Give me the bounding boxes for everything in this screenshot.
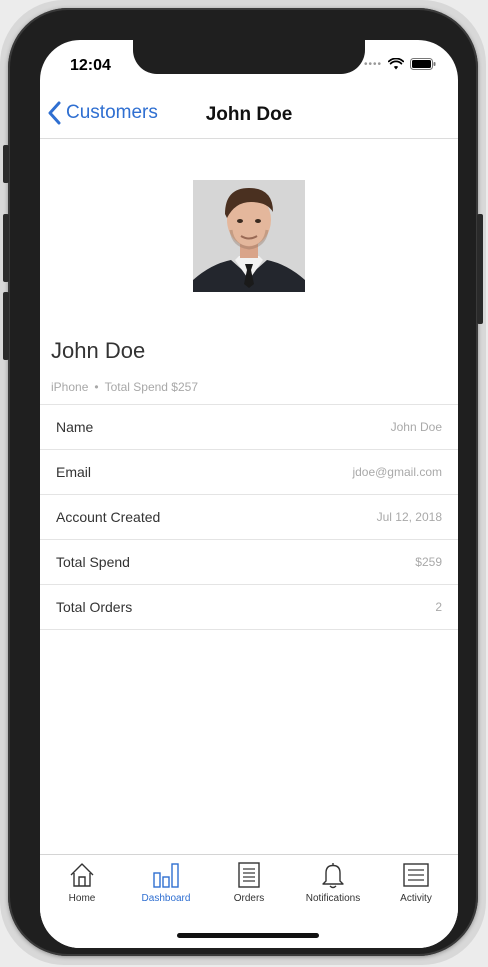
tab-label: Dashboard [141, 893, 191, 904]
signal-icon: •••• [363, 58, 382, 70]
profile-device: iPhone [51, 380, 89, 394]
tab-activity[interactable]: Activity [374, 861, 458, 904]
detail-value: Jul 12, 2018 [376, 510, 442, 524]
volume-up-button [3, 214, 9, 282]
status-icons: •••• [364, 58, 436, 70]
volume-down-button [3, 292, 9, 360]
detail-label: Name [56, 419, 94, 435]
customer-details-list: Name John Doe Email jdoe@gmail.com Accou… [40, 404, 458, 630]
page-title: John Doe [205, 104, 293, 125]
detail-label: Total Spend [56, 554, 130, 570]
detail-value: John Doe [390, 420, 442, 434]
avatar [193, 180, 305, 292]
detail-value: 2 [435, 600, 442, 614]
detail-row-name[interactable]: Name John Doe [40, 404, 458, 449]
device-frame: 12:04 •••• Customers John Doe John Doe i… [3, 8, 483, 956]
notch [133, 40, 365, 74]
detail-value: jdoe@gmail.com [352, 465, 442, 479]
tab-dashboard[interactable]: Dashboard [124, 861, 208, 904]
power-button [477, 214, 483, 324]
profile-spend-summary: Total Spend $257 [104, 380, 198, 394]
subtitle-separator: • [94, 380, 99, 394]
tab-label: Orders [233, 893, 265, 904]
avatar-photo [193, 180, 305, 292]
profile-name: John Doe [51, 338, 146, 363]
navigation-bar: Customers John Doe [40, 92, 458, 139]
detail-label: Account Created [56, 509, 161, 525]
bell-icon [322, 863, 344, 889]
screen: 12:04 •••• Customers John Doe John Doe i… [40, 40, 458, 948]
detail-label: Total Orders [56, 599, 133, 615]
mute-switch [3, 145, 9, 183]
tab-label: Notifications [305, 893, 361, 904]
detail-value: $259 [415, 555, 442, 569]
tab-notifications[interactable]: Notifications [291, 861, 375, 904]
detail-row-email[interactable]: Email jdoe@gmail.com [40, 449, 458, 494]
tab-orders[interactable]: Orders [207, 861, 291, 904]
list-icon [403, 863, 429, 887]
detail-row-total-spend[interactable]: Total Spend $259 [40, 539, 458, 584]
bar-chart-icon [153, 863, 179, 888]
status-time: 12:04 [70, 57, 111, 74]
tab-label: Activity [400, 893, 432, 904]
wifi-icon [388, 58, 404, 70]
detail-label: Email [56, 464, 92, 480]
profile-subtitle: iPhone • Total Spend $257 [51, 380, 198, 394]
receipt-icon [238, 862, 260, 888]
home-indicator [177, 933, 319, 938]
home-icon [70, 863, 94, 887]
tab-label: Home [68, 893, 96, 904]
detail-row-total-orders[interactable]: Total Orders 2 [40, 584, 458, 630]
detail-row-account-created[interactable]: Account Created Jul 12, 2018 [40, 494, 458, 539]
tab-home[interactable]: Home [40, 861, 124, 904]
battery-icon [410, 58, 436, 70]
